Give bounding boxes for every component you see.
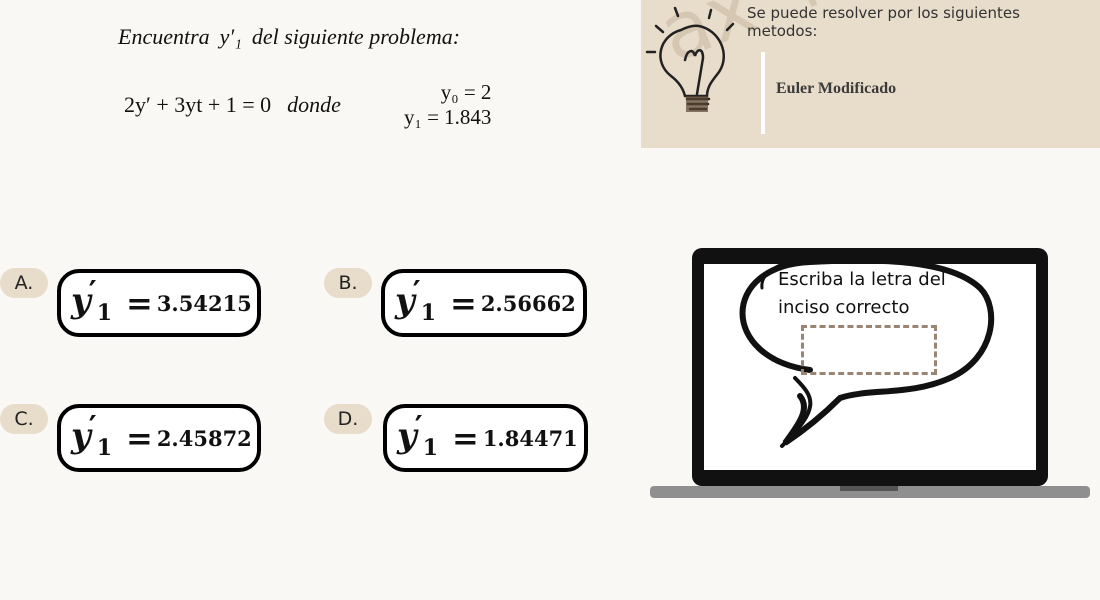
option-b-value: 2.56662 [480,290,576,316]
option-d-badge: D. [324,404,372,434]
differential-equation: 2y′ + 3yt + 1 = 0 [124,92,272,117]
condition-y1: y₁ = 1.843 [404,105,492,129]
equals-sign: = [126,284,153,322]
option-lhs: y′1 [71,274,112,326]
methods-intro: Se puede resolver por los siguientes met… [747,4,1020,40]
problem-title: Encuentra y′₁ del siguiente problema: [118,24,460,50]
option-d-button[interactable]: y′1 = 1.84471 [383,404,588,472]
option-c-value: 2.45872 [156,425,252,451]
answer-prompt: Escriba la letra del inciso correcto [778,269,946,318]
equals-sign: = [452,419,479,457]
answer-input[interactable] [801,325,937,375]
option-a-value: 3.54215 [156,290,252,316]
lightbulb-icon [645,6,735,112]
method-euler-modificado: Euler Modificado [776,80,897,97]
methods-panel: ax + by = c Se puede resolver por los si… [641,0,1100,148]
condition-y0: y₀ = 2 [440,80,492,104]
laptop-notch [840,486,898,491]
title-symbol: y′₁ [219,24,242,49]
option-a-badge: A. [0,268,48,298]
methods-divider [761,52,765,134]
equals-sign: = [126,419,153,457]
option-lhs: y′1 [71,409,112,461]
initial-conditions: y₀ = 2 y₁ = 1.843 [404,80,491,130]
option-lhs: y′1 [395,274,436,326]
equals-sign: = [450,284,477,322]
option-d-value: 1.84471 [482,425,578,451]
equation-line: 2y′ + 3yt + 1 = 0 donde [124,92,341,118]
title-prefix: Encuentra [118,24,210,49]
option-b-badge: B. [324,268,372,298]
option-c-button[interactable]: y′1 = 2.45872 [57,404,261,472]
option-lhs: y′1 [397,409,438,461]
donde-keyword: donde [287,92,341,117]
option-b-button[interactable]: y′1 = 2.56662 [381,269,587,337]
option-a-button[interactable]: y′1 = 3.54215 [57,269,261,337]
option-c-badge: C. [0,404,48,434]
title-suffix: del siguiente problema: [251,24,461,49]
